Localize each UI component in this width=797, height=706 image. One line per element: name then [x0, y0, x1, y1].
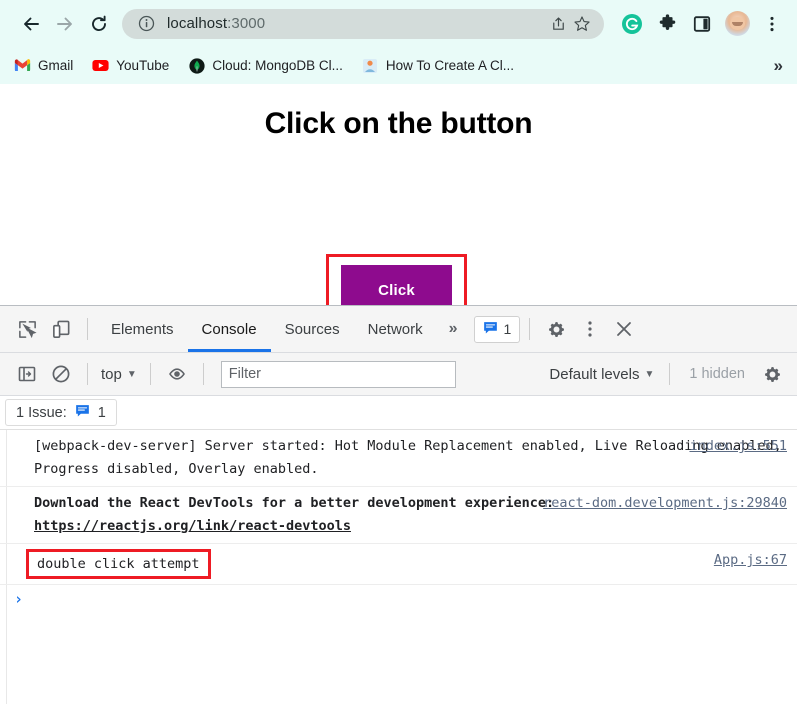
log-levels-select[interactable]: Default levels ▼	[549, 366, 660, 383]
address-bar-url[interactable]: localhost:3000	[158, 15, 546, 32]
url-host: localhost	[167, 15, 228, 32]
chevron-down-icon: ▼	[644, 368, 655, 380]
console-prompt[interactable]: ›	[0, 585, 797, 613]
hidden-messages-count: 1 hidden	[689, 366, 745, 382]
console-sidebar-icon[interactable]	[10, 357, 44, 391]
reload-button[interactable]	[82, 7, 116, 41]
bookmark-label: Cloud: MongoDB Cl...	[212, 58, 343, 73]
console-message-list[interactable]: index.js:551 [webpack-dev-server] Server…	[0, 430, 797, 704]
site-info-icon[interactable]	[134, 12, 158, 36]
profile-avatar[interactable]	[722, 9, 752, 39]
bookmark-mongodb[interactable]: Cloud: MongoDB Cl...	[188, 57, 343, 74]
bookmark-youtube[interactable]: YouTube	[92, 57, 169, 74]
issue-message-icon	[483, 321, 498, 338]
address-bar[interactable]: localhost:3000	[122, 8, 604, 39]
grammarly-extension-icon[interactable]	[617, 9, 647, 39]
console-toolbar: top ▼ Default levels ▼ 1 hidden	[0, 353, 797, 396]
bookmarks-overflow-button[interactable]: »	[774, 56, 787, 76]
issues-badge-button[interactable]: 1	[473, 315, 521, 343]
filter-input[interactable]	[220, 360, 456, 388]
issues-chip-button[interactable]: 1 Issue: 1	[5, 399, 117, 426]
console-message-source[interactable]: react-dom.development.js:29840	[543, 492, 787, 515]
browser-window: localhost:3000 Gmail YouTube Cloud: Mong…	[0, 0, 797, 706]
star-icon[interactable]	[570, 12, 594, 36]
chevron-down-icon: ▼	[126, 368, 137, 380]
tab-network[interactable]: Network	[354, 306, 437, 352]
url-port: :3000	[227, 15, 266, 32]
inspect-element-icon[interactable]	[10, 312, 44, 346]
bookmark-label: Gmail	[38, 58, 74, 73]
tab-elements[interactable]: Elements	[97, 306, 188, 352]
chrome-menu-icon[interactable]	[757, 9, 787, 39]
console-message-source[interactable]: index.js:551	[689, 435, 787, 458]
issues-strip: 1 Issue: 1	[0, 396, 797, 430]
issues-chip-count: 1	[97, 404, 106, 421]
tabs-overflow-button[interactable]: »	[437, 320, 470, 338]
bookmark-label: How To Create A Cl...	[385, 58, 514, 73]
page-title: Click on the button	[264, 107, 533, 140]
console-message-text: double click attempt	[26, 549, 211, 579]
bookmark-label: YouTube	[116, 58, 170, 73]
execution-context-value: top	[101, 365, 122, 383]
browser-chrome: localhost:3000 Gmail YouTube Cloud: Mong…	[0, 0, 797, 84]
divider	[87, 318, 88, 340]
bookmarks-bar: Gmail YouTube Cloud: MongoDB Cl... How T…	[0, 47, 797, 84]
tab-console[interactable]: Console	[188, 306, 271, 352]
side-panel-icon[interactable]	[687, 9, 717, 39]
forward-button[interactable]	[48, 7, 82, 41]
console-message[interactable]: react-dom.development.js:29840 Download …	[0, 487, 797, 544]
back-button[interactable]	[14, 7, 48, 41]
console-message-text: [webpack-dev-server] Server started: Hot…	[34, 438, 782, 477]
console-message[interactable]: index.js:551 [webpack-dev-server] Server…	[0, 430, 797, 487]
browser-toolbar: localhost:3000	[0, 0, 797, 47]
avatar	[724, 11, 750, 36]
arrow-left-icon	[24, 17, 39, 30]
devtools-panel: Elements Console Sources Network » 1 top…	[0, 306, 797, 704]
arrow-right-icon	[57, 17, 72, 30]
bookmark-gmail[interactable]: Gmail	[14, 57, 73, 74]
divider	[202, 363, 204, 385]
console-message[interactable]: App.js:67 double click attempt	[0, 544, 797, 585]
youtube-icon	[92, 57, 109, 74]
share-icon[interactable]	[546, 12, 570, 36]
close-icon[interactable]	[607, 312, 641, 346]
issue-message-icon	[75, 404, 90, 422]
console-message-link[interactable]: https://reactjs.org/link/react-devtools	[34, 518, 351, 534]
console-settings-gear-icon[interactable]	[755, 357, 789, 391]
click-button[interactable]: Click	[341, 265, 452, 305]
prompt-caret-icon: ›	[14, 590, 24, 608]
device-toolbar-icon[interactable]	[44, 312, 78, 346]
live-expression-icon[interactable]	[160, 357, 194, 391]
log-levels-value: Default levels	[549, 365, 640, 383]
mongodb-icon	[188, 57, 205, 74]
bookmark-how-to-create[interactable]: How To Create A Cl...	[362, 57, 514, 74]
issues-count: 1	[503, 321, 512, 337]
divider	[529, 318, 531, 340]
issues-chip-label: 1 Issue:	[16, 404, 67, 421]
divider	[87, 363, 88, 385]
extensions-puzzle-icon[interactable]	[652, 9, 682, 39]
page-viewport: Click on the button Click	[0, 84, 797, 306]
kebab-menu-icon[interactable]	[573, 312, 607, 346]
tab-sources[interactable]: Sources	[271, 306, 354, 352]
divider	[669, 363, 671, 385]
gear-icon[interactable]	[539, 312, 573, 346]
console-message-source[interactable]: App.js:67	[714, 549, 787, 572]
reload-icon	[92, 15, 106, 31]
divider	[149, 363, 151, 385]
execution-context-select[interactable]: top ▼	[97, 366, 141, 383]
console-message-text: Download the React DevTools for a better…	[34, 495, 555, 511]
devtools-tabbar: Elements Console Sources Network » 1	[0, 306, 797, 353]
article-icon	[362, 57, 379, 74]
clear-console-icon[interactable]	[44, 357, 78, 391]
gmail-icon	[14, 57, 31, 74]
